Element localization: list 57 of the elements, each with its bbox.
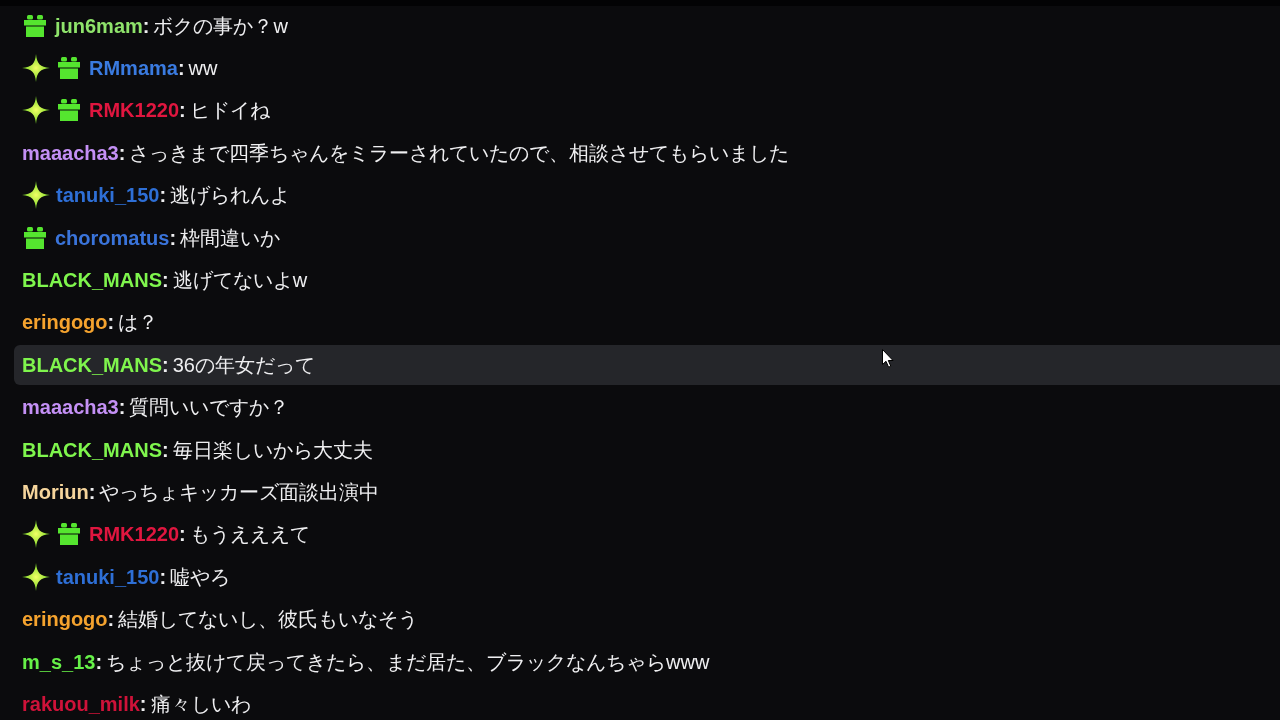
name-separator: : [88, 480, 96, 504]
message-text: 36の年女だって [172, 352, 315, 377]
chat-username[interactable]: BLACK_MANS [22, 437, 162, 462]
name-separator: : [139, 691, 147, 716]
name-separator: : [118, 140, 126, 165]
name-separator: : [169, 225, 177, 250]
chat-username[interactable]: RMmama [89, 56, 178, 81]
message-text: 枠間違いか [180, 225, 281, 250]
message-text: 逃げられんよ [170, 183, 291, 208]
chat-username[interactable]: RMK1220 [89, 98, 180, 123]
name-separator: : [162, 352, 169, 377]
name-separator: : [142, 13, 150, 38]
message-text: は？ [118, 310, 159, 335]
message-text: さっきまで四季ちゃんをミラーされていたので、相談させてもらいました [129, 140, 790, 165]
gift-badge-icon [58, 99, 80, 122]
name-separator: : [179, 98, 186, 123]
chat-username[interactable]: rakuou_milk [22, 691, 140, 716]
chat-username[interactable]: maaacha3 [22, 140, 119, 165]
name-separator: : [177, 56, 185, 81]
chat-username[interactable]: tanuki_150 [56, 183, 160, 208]
gift-badge-icon [24, 226, 46, 249]
mouse-pointer-icon [882, 349, 894, 368]
chat-username[interactable]: m_s_13 [22, 649, 96, 674]
chat-username[interactable]: jun6mam [55, 13, 143, 38]
gift-badge-icon [58, 57, 80, 80]
message-text: もうえええて [189, 522, 310, 547]
message-text: ちょっと抜けて戻ってきたら、まだ居た、ブラックなんちゃらwww [106, 649, 710, 674]
chat-username[interactable]: tanuki_150 [56, 564, 160, 589]
name-separator: : [95, 649, 103, 674]
name-separator: : [159, 564, 167, 589]
chat-username[interactable]: Moriun [22, 480, 89, 504]
name-separator: : [159, 183, 167, 208]
message-text: 痛々しいわ [150, 691, 251, 716]
name-separator: : [107, 607, 115, 632]
message-text: ボクの事か？w [153, 13, 288, 38]
message-text: 結婚してないし、彼氏もいなそう [118, 607, 419, 632]
chat-username[interactable]: BLACK_MANS [22, 352, 162, 377]
name-separator: : [162, 268, 169, 293]
message-text: やっちょキッカーズ面談出演中 [99, 480, 380, 504]
name-separator: : [162, 437, 169, 462]
name-separator: : [179, 522, 186, 547]
message-text: ww [188, 56, 218, 81]
name-separator: : [118, 395, 126, 420]
gift-badge-icon [58, 523, 80, 546]
chat-username[interactable]: BLACK_MANS [22, 268, 162, 293]
chat-username[interactable]: choromatus [55, 225, 170, 250]
message-text: 質問いいですか？ [129, 395, 290, 420]
message-text: ヒドイね [189, 98, 270, 123]
chat-username[interactable]: eringogo [22, 607, 108, 632]
message-text: 逃げてないよw [172, 268, 308, 293]
message-text: 毎日楽しいから大丈夫 [172, 437, 373, 462]
message-text: 嘘やろ [170, 564, 231, 589]
name-separator: : [107, 310, 115, 335]
gift-badge-icon [24, 14, 46, 37]
chat-username[interactable]: maaacha3 [22, 395, 119, 420]
chat-username[interactable]: RMK1220 [89, 522, 180, 547]
chat-username[interactable]: eringogo [22, 310, 108, 335]
